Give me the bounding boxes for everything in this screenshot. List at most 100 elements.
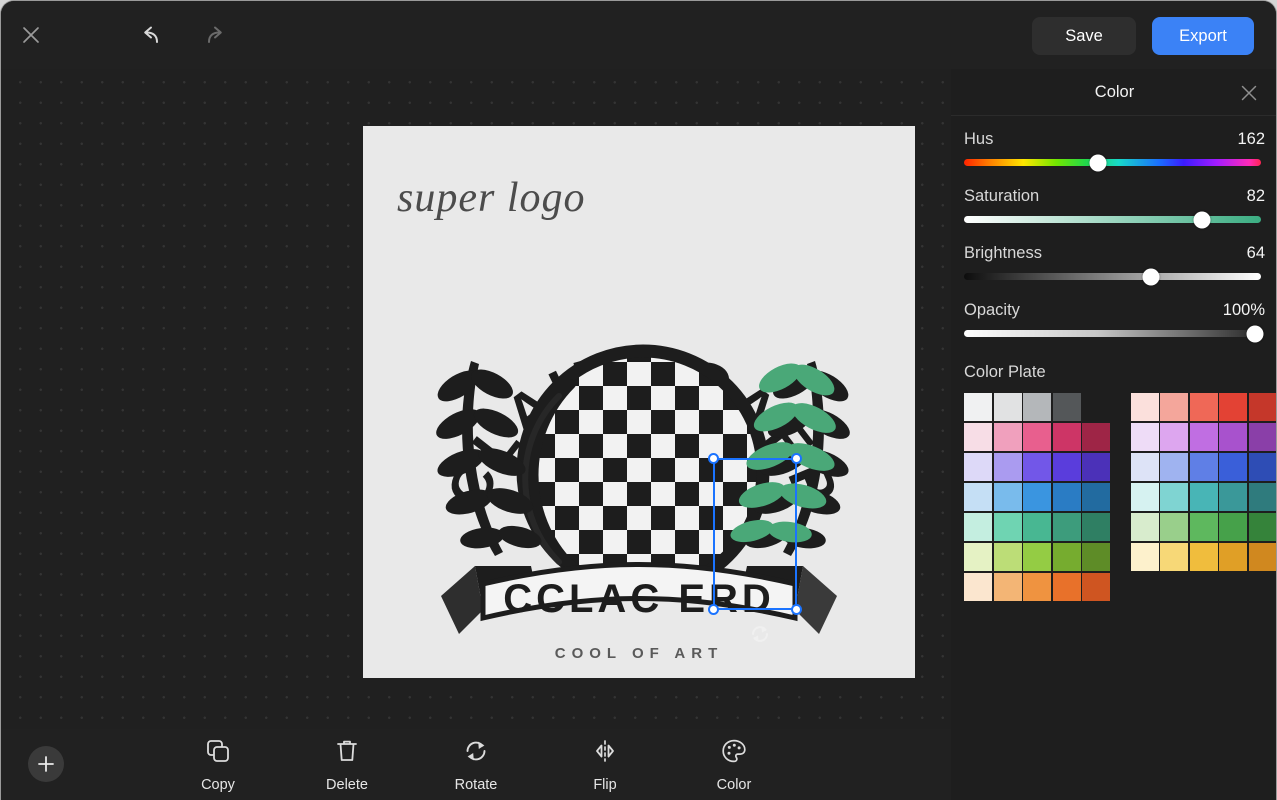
- color-swatch[interactable]: [1249, 423, 1277, 451]
- color-swatch[interactable]: [1023, 453, 1051, 481]
- color-swatch[interactable]: [964, 393, 992, 421]
- color-swatch[interactable]: [1131, 483, 1159, 511]
- tool-color[interactable]: Color: [698, 737, 770, 793]
- logo-heading-text[interactable]: super logo: [397, 174, 586, 222]
- color-swatch[interactable]: [1190, 483, 1218, 511]
- add-element-button[interactable]: [28, 746, 64, 782]
- color-swatch[interactable]: [1131, 453, 1159, 481]
- color-swatch[interactable]: [1023, 573, 1051, 601]
- color-swatch[interactable]: [964, 573, 992, 601]
- color-swatch[interactable]: [1131, 393, 1159, 421]
- slider-brightness-value: 64: [1247, 244, 1265, 263]
- color-swatch[interactable]: [1160, 393, 1188, 421]
- color-swatch[interactable]: [1219, 483, 1247, 511]
- history-controls: [129, 13, 237, 57]
- color-swatch-empty: [1131, 573, 1159, 601]
- color-plate-left-block: [964, 393, 1112, 603]
- tool-copy[interactable]: Copy: [182, 737, 254, 793]
- slider-saturation-track[interactable]: [964, 216, 1261, 223]
- export-button[interactable]: Export: [1152, 17, 1254, 55]
- color-swatch[interactable]: [1219, 393, 1247, 421]
- color-swatch[interactable]: [1023, 393, 1051, 421]
- color-swatch[interactable]: [1160, 483, 1188, 511]
- color-swatch[interactable]: [1023, 423, 1051, 451]
- color-swatch[interactable]: [1219, 423, 1247, 451]
- color-swatch[interactable]: [1131, 513, 1159, 541]
- color-swatch[interactable]: [1131, 543, 1159, 571]
- color-swatch[interactable]: [1023, 483, 1051, 511]
- save-button[interactable]: Save: [1032, 17, 1136, 55]
- color-swatch[interactable]: [1190, 543, 1218, 571]
- color-swatch[interactable]: [994, 393, 1022, 421]
- rotate-icon[interactable]: [747, 621, 773, 647]
- color-swatch[interactable]: [1082, 513, 1110, 541]
- tool-rotate[interactable]: Rotate: [440, 737, 512, 793]
- color-swatch[interactable]: [1082, 543, 1110, 571]
- color-swatch[interactable]: [1082, 573, 1110, 601]
- color-swatch[interactable]: [964, 483, 992, 511]
- color-swatch[interactable]: [964, 543, 992, 571]
- color-swatch[interactable]: [1249, 453, 1277, 481]
- color-swatch[interactable]: [1219, 513, 1247, 541]
- color-swatch[interactable]: [1160, 513, 1188, 541]
- slider-brightness-track[interactable]: [964, 273, 1261, 280]
- color-swatch[interactable]: [1053, 543, 1081, 571]
- slider-brightness-thumb[interactable]: [1143, 268, 1160, 285]
- slider-hue-thumb[interactable]: [1089, 154, 1106, 171]
- color-swatch[interactable]: [1131, 423, 1159, 451]
- color-plate-title: Color Plate: [964, 363, 1277, 382]
- color-swatch[interactable]: [964, 513, 992, 541]
- slider-hue-label: Hus: [964, 130, 993, 149]
- slider-opacity-thumb[interactable]: [1247, 325, 1264, 342]
- slider-opacity-label: Opacity: [964, 301, 1020, 320]
- close-icon[interactable]: [1234, 78, 1264, 108]
- slider-brightness-label: Brightness: [964, 244, 1042, 263]
- color-swatch[interactable]: [1249, 483, 1277, 511]
- redo-icon[interactable]: [193, 13, 237, 57]
- color-swatch[interactable]: [1082, 453, 1110, 481]
- color-swatch[interactable]: [1160, 423, 1188, 451]
- color-swatch[interactable]: [994, 483, 1022, 511]
- color-swatch[interactable]: [1053, 423, 1081, 451]
- artboard[interactable]: super logo CLAILE CAEP: [363, 126, 915, 678]
- slider-hue-track[interactable]: [964, 159, 1261, 166]
- color-swatch[interactable]: [1053, 483, 1081, 511]
- color-swatch[interactable]: [1249, 543, 1277, 571]
- color-swatch[interactable]: [1190, 453, 1218, 481]
- color-swatch[interactable]: [1190, 423, 1218, 451]
- flip-icon: [591, 737, 619, 770]
- color-swatch[interactable]: [1082, 483, 1110, 511]
- color-swatch[interactable]: [964, 453, 992, 481]
- color-swatch[interactable]: [1023, 513, 1051, 541]
- color-swatch[interactable]: [1053, 453, 1081, 481]
- undo-icon[interactable]: [129, 13, 173, 57]
- slider-opacity-track[interactable]: [964, 330, 1261, 337]
- close-icon[interactable]: [9, 13, 53, 57]
- color-swatch[interactable]: [1190, 393, 1218, 421]
- color-swatch[interactable]: [994, 513, 1022, 541]
- color-swatch[interactable]: [1053, 393, 1081, 421]
- color-swatch[interactable]: [1249, 393, 1277, 421]
- color-swatch[interactable]: [994, 543, 1022, 571]
- color-swatch[interactable]: [994, 423, 1022, 451]
- color-swatch[interactable]: [1249, 513, 1277, 541]
- slider-saturation-thumb[interactable]: [1193, 211, 1210, 228]
- color-swatch[interactable]: [1219, 453, 1247, 481]
- color-swatch[interactable]: [994, 453, 1022, 481]
- tool-delete[interactable]: Delete: [311, 737, 383, 793]
- color-swatch[interactable]: [994, 573, 1022, 601]
- color-swatch[interactable]: [1160, 453, 1188, 481]
- canvas-area[interactable]: super logo CLAILE CAEP: [1, 69, 951, 729]
- logo-artwork[interactable]: CLAILE CAEP: [363, 266, 915, 666]
- color-swatch[interactable]: [964, 423, 992, 451]
- color-swatch[interactable]: [1023, 543, 1051, 571]
- color-swatch[interactable]: [1219, 543, 1247, 571]
- tool-flip[interactable]: Flip: [569, 737, 641, 793]
- color-swatch[interactable]: [1190, 513, 1218, 541]
- slider-hue-value: 162: [1237, 130, 1265, 149]
- color-panel: Color Hus 162 Saturation 82: [951, 69, 1277, 800]
- color-swatch[interactable]: [1053, 573, 1081, 601]
- color-swatch[interactable]: [1082, 423, 1110, 451]
- color-swatch[interactable]: [1053, 513, 1081, 541]
- color-swatch[interactable]: [1160, 543, 1188, 571]
